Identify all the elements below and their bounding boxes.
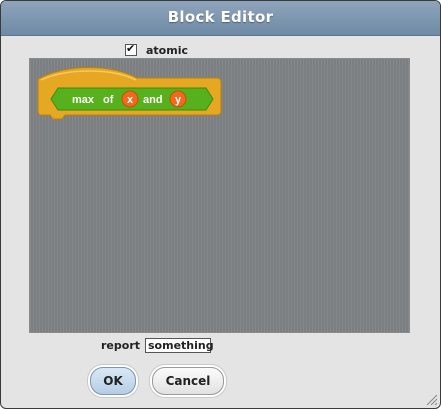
atomic-option: atomic: [125, 42, 188, 57]
report-label: report: [101, 339, 140, 352]
title-bar[interactable]: Block Editor: [1, 1, 440, 36]
report-row: report something: [101, 338, 214, 353]
report-value-field[interactable]: something: [145, 338, 214, 353]
block-word-max: max: [72, 94, 95, 106]
param-x-label: x: [127, 94, 134, 106]
resize-grip-icon[interactable]: [424, 392, 438, 406]
cancel-button[interactable]: Cancel: [152, 367, 224, 395]
block-editor-dialog: Block Editor atomic max of x and y repor…: [0, 0, 441, 409]
block-word-and: and: [143, 94, 163, 106]
dialog-title: Block Editor: [167, 8, 274, 26]
custom-block-hat[interactable]: max of x and y: [37, 67, 223, 121]
block-word-of: of: [103, 94, 114, 106]
atomic-checkbox[interactable]: [125, 42, 137, 56]
atomic-label: atomic: [146, 43, 188, 57]
param-y-label: y: [175, 94, 182, 106]
ok-button[interactable]: OK: [90, 367, 136, 395]
